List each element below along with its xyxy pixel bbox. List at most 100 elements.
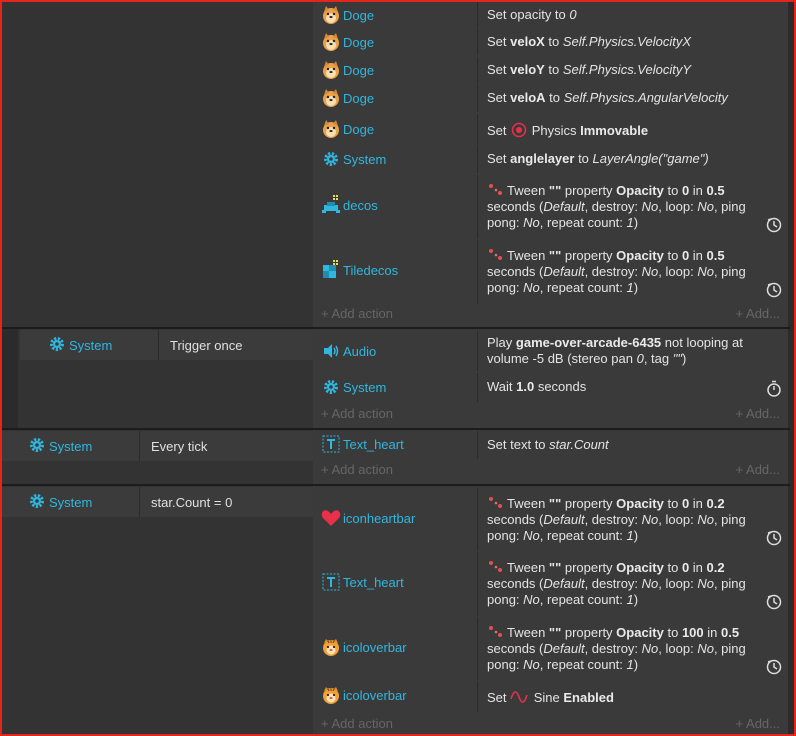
event-block-2-margin — [0, 329, 18, 428]
event-block-1-conditions[interactable] — [0, 0, 313, 327]
decos-icon — [321, 195, 341, 215]
action-description: Tween "" property Opacity to 100 in 0.5 … — [487, 625, 769, 673]
action-row[interactable]: Text_heart Tween "" property Opacity to … — [313, 552, 788, 616]
doge-icon — [321, 88, 341, 108]
column-divider — [477, 681, 478, 712]
action-row[interactable]: Doge Set veloX to Self.Physics.VelocityX — [313, 29, 788, 55]
action-object: Doge — [321, 32, 374, 52]
action-row[interactable]: iconheartbar Tween "" property Opacity t… — [313, 488, 788, 551]
gear-icon — [49, 336, 65, 355]
add-action-label: Add action — [331, 306, 393, 321]
tween-icon — [487, 496, 507, 510]
condition-object-label: System — [49, 494, 93, 510]
action-object-label: decos — [343, 197, 378, 213]
action-description: Set opacity to 0 — [487, 7, 577, 22]
action-description: Set Sine Enabled — [487, 689, 614, 705]
action-object-label: Text_heart — [343, 436, 404, 452]
column-divider — [477, 331, 478, 371]
tween-icon — [487, 183, 507, 197]
tween-icon — [487, 625, 507, 639]
text-icon — [321, 572, 341, 592]
action-description: Set veloA to Self.Physics.AngularVelocit… — [487, 90, 728, 105]
action-text: Tween "" property Opacity to 0 in 0.2 se… — [487, 560, 746, 607]
action-row[interactable]: System Set anglelayer to LayerAngle("gam… — [313, 146, 788, 173]
column-divider — [477, 114, 478, 145]
column-divider — [477, 488, 478, 551]
timer-icon — [766, 530, 782, 546]
add-action-row: + Add action + Add... — [313, 406, 788, 426]
add-button[interactable]: + Add... — [736, 716, 780, 731]
action-row[interactable]: Tiledecos Tween "" property Opacity to 0… — [313, 240, 788, 304]
add-action-label: Add action — [331, 716, 393, 731]
gear-icon — [321, 149, 341, 169]
action-object-label: Doge — [343, 90, 375, 106]
condition-object-label: System — [69, 337, 113, 353]
action-description: Set veloY to Self.Physics.VelocityY — [487, 62, 692, 77]
action-row[interactable]: Doge Set veloY to Self.Physics.VelocityY — [313, 57, 788, 84]
timer-icon — [766, 282, 782, 298]
action-object-label: Text_heart — [343, 574, 404, 590]
action-description: Wait 1.0 seconds — [487, 379, 587, 394]
action-description: Tween "" property Opacity to 0 in 0.5 se… — [487, 248, 769, 296]
add-button[interactable]: + Add... — [736, 406, 780, 421]
condition-text: Every tick — [151, 438, 208, 454]
action-object-label: icoloverbar — [343, 687, 407, 703]
action-row[interactable]: Doge Set Physics Immovable — [313, 114, 788, 145]
action-object-label: icoloverbar — [343, 639, 407, 655]
action-object-label: Doge — [343, 121, 375, 137]
condition-every-tick[interactable]: System Every tick — [0, 431, 313, 461]
action-row[interactable]: Doge Set opacity to 0 — [313, 2, 788, 28]
action-description: Set veloX to Self.Physics.VelocityX — [487, 34, 692, 49]
action-row[interactable]: Doge Set veloA to Self.Physics.AngularVe… — [313, 85, 788, 112]
action-object: Doge — [321, 119, 374, 139]
action-row[interactable]: icoloverbar Set Sine Enabled — [313, 681, 788, 712]
action-object-label: System — [343, 151, 387, 167]
action-object-label: System — [343, 379, 387, 395]
condition-text: star.Count = 0 — [151, 494, 233, 510]
condition-star-count[interactable]: System star.Count = 0 — [0, 487, 313, 517]
action-text: Tween "" property Opacity to 0 in 0.2 se… — [487, 496, 746, 543]
action-object-label: Doge — [343, 34, 375, 50]
action-row[interactable]: Text_heart Set text to star.Count — [313, 431, 788, 459]
action-text: Tween "" property Opacity to 0 in 0.5 se… — [487, 183, 746, 230]
add-label: Add... — [746, 716, 780, 731]
tween-icon — [487, 560, 507, 574]
gear-icon — [321, 377, 341, 397]
column-divider — [477, 552, 478, 616]
action-row[interactable]: decos Tween "" property Opacity to 0 in … — [313, 175, 788, 239]
action-object: Text_heart — [321, 434, 404, 454]
add-button[interactable]: + Add... — [736, 306, 780, 321]
column-divider — [477, 85, 478, 112]
action-object: icoloverbar — [321, 637, 407, 657]
add-button[interactable]: + Add... — [736, 462, 780, 477]
add-action-button[interactable]: + Add action — [321, 306, 393, 321]
action-object: icoloverbar — [321, 685, 407, 705]
condition-object: System — [20, 330, 159, 360]
action-text: Tween "" property Opacity to 0 in 0.5 se… — [487, 248, 746, 295]
column-divider — [477, 617, 478, 680]
add-label: Add... — [746, 406, 780, 421]
doge-icon — [321, 32, 341, 52]
action-object: decos — [321, 195, 378, 215]
add-action-row: + Add action + Add... — [313, 306, 788, 326]
doge-icon — [321, 60, 341, 80]
action-row[interactable]: icoloverbar Tween "" property Opacity to… — [313, 617, 788, 680]
add-action-button[interactable]: + Add action — [321, 406, 393, 421]
action-object: Audio — [321, 341, 376, 361]
condition-trigger-once[interactable]: System Trigger once — [20, 330, 313, 360]
physics-icon — [510, 122, 528, 138]
sine-icon — [510, 689, 530, 705]
add-action-button[interactable]: + Add action — [321, 462, 393, 477]
action-description: Tween "" property Opacity to 0 in 0.2 se… — [487, 560, 769, 608]
column-divider — [477, 373, 478, 402]
action-object: Text_heart — [321, 572, 404, 592]
action-object: Doge — [321, 88, 374, 108]
action-row[interactable]: Audio Play game-over-arcade-6435 not loo… — [313, 331, 788, 371]
column-divider — [477, 29, 478, 55]
add-action-button[interactable]: + Add action — [321, 716, 393, 731]
event-block-4-conditions[interactable] — [0, 486, 313, 736]
condition-object-label: System — [49, 438, 93, 454]
action-object-label: Audio — [343, 343, 377, 359]
gear-icon — [29, 437, 45, 456]
action-row[interactable]: System Wait 1.0 seconds — [313, 373, 788, 402]
